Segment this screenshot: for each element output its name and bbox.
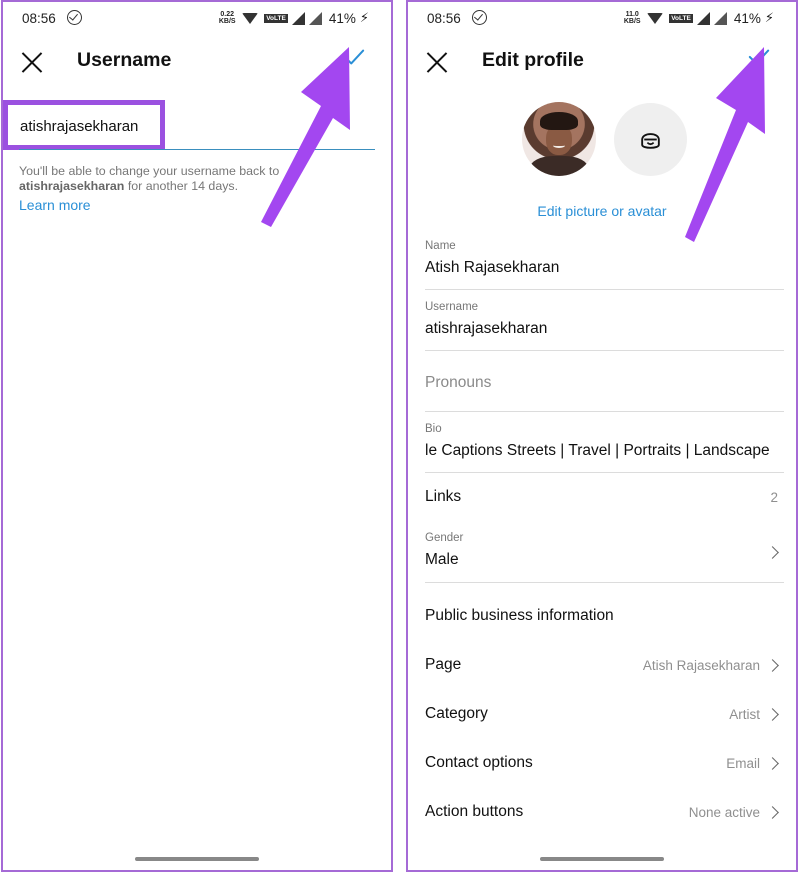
check-circle-icon [67,10,82,25]
business-info-label: Public business information [425,607,614,624]
profile-photo[interactable] [522,102,596,176]
category-value: Artist [729,707,760,722]
business-info-header: Public business information [425,607,778,631]
page-title: Username [77,49,172,71]
gender-field[interactable]: Gender Male [425,532,784,569]
battery-charging-icon: ⚡ [764,10,774,25]
username-helper-text: You'll be able to change your username b… [19,164,377,194]
gender-label: Gender [425,532,464,544]
name-label: Name [425,240,456,252]
wifi-icon [242,12,259,24]
chevron-right-icon [768,658,778,674]
divider [425,472,784,473]
top-bar: Username [3,40,391,84]
action-buttons-value: None active [688,805,760,820]
edit-picture-link[interactable]: Edit picture or avatar [408,203,796,219]
links-row[interactable]: Links 2 [425,488,778,512]
category-label: Category [425,705,488,722]
username-field-highlight[interactable]: atishrajasekharan [3,100,165,150]
username-underline [19,149,375,150]
check-circle-icon [472,10,487,25]
chevron-right-icon [768,805,778,821]
page-label: Page [425,656,462,673]
chevron-right-icon [768,756,778,772]
battery-level: 41% [328,10,356,26]
network-speed: 0.22 KB/S [218,11,236,25]
contact-options-value: Email [726,756,760,771]
username-label: Username [425,301,479,313]
signal-icon-2 [713,11,727,25]
page-row[interactable]: Page Atish Rajasekharan [425,656,778,680]
action-buttons-row[interactable]: Action buttons None active [425,803,778,827]
battery-charging-icon: ⚡ [359,10,369,25]
status-bar: 08:56 11.0 KB/S VoLTE 41% ⚡ [408,2,796,36]
divider [425,411,784,412]
wifi-icon [647,12,664,24]
pronouns-field[interactable]: Pronouns [425,374,784,392]
bio-input[interactable]: le Captions Streets | Travel | Portraits… [425,442,784,460]
pronouns-input[interactable]: Pronouns [425,374,784,392]
avatar-button[interactable] [614,103,687,176]
links-count: 2 [770,490,778,505]
close-icon[interactable] [426,51,448,73]
top-bar: Edit profile [408,40,796,84]
contact-options-row[interactable]: Contact options Email [425,754,778,778]
learn-more-link[interactable]: Learn more [19,197,91,213]
bio-label: Bio [425,423,442,435]
username-field[interactable]: Username atishrajasekharan [425,301,784,338]
edit-profile-screen: 08:56 11.0 KB/S VoLTE 41% ⚡ Edit profile… [406,0,798,872]
chevron-right-icon [768,707,778,723]
helper-suffix: for another 14 days. [127,179,239,193]
helper-username: atishrajasekharan [19,179,125,193]
contact-options-label: Contact options [425,754,533,771]
avatar-icon [641,133,660,149]
signal-icon-2 [308,11,322,25]
close-icon[interactable] [21,51,43,73]
status-time: 08:56 [427,11,461,26]
battery-level: 41% [733,10,761,26]
volte-icon: VoLTE [264,13,288,23]
volte-icon: VoLTE [669,13,693,23]
status-time: 08:56 [22,11,56,26]
bio-field[interactable]: Bio le Captions Streets | Travel | Portr… [425,423,784,460]
signal-icon [291,11,305,25]
gender-value[interactable]: Male [425,551,784,569]
page-value: Atish Rajasekharan [642,658,760,673]
chevron-right-icon [768,545,778,561]
username-screen: 08:56 0.22 KB/S VoLTE 41% ⚡ Username ati… [1,0,393,872]
action-buttons-label: Action buttons [425,803,524,820]
helper-text: You'll be able to change your username b… [19,164,280,178]
done-check-icon[interactable] [748,46,770,68]
category-row[interactable]: Category Artist [425,705,778,729]
username-input[interactable]: atishrajasekharan [425,320,784,338]
home-indicator[interactable] [135,857,259,861]
divider [425,289,784,290]
links-label: Links [425,488,462,505]
network-speed: 11.0 KB/S [623,11,641,25]
divider [425,350,784,351]
done-check-icon[interactable] [343,46,365,68]
username-input[interactable]: atishrajasekharan [20,118,138,135]
signal-icon [696,11,710,25]
divider [425,582,784,583]
name-input[interactable]: Atish Rajasekharan [425,259,784,277]
name-field[interactable]: Name Atish Rajasekharan [425,240,784,277]
status-bar: 08:56 0.22 KB/S VoLTE 41% ⚡ [3,2,391,36]
home-indicator[interactable] [540,857,664,861]
page-title: Edit profile [482,49,584,71]
